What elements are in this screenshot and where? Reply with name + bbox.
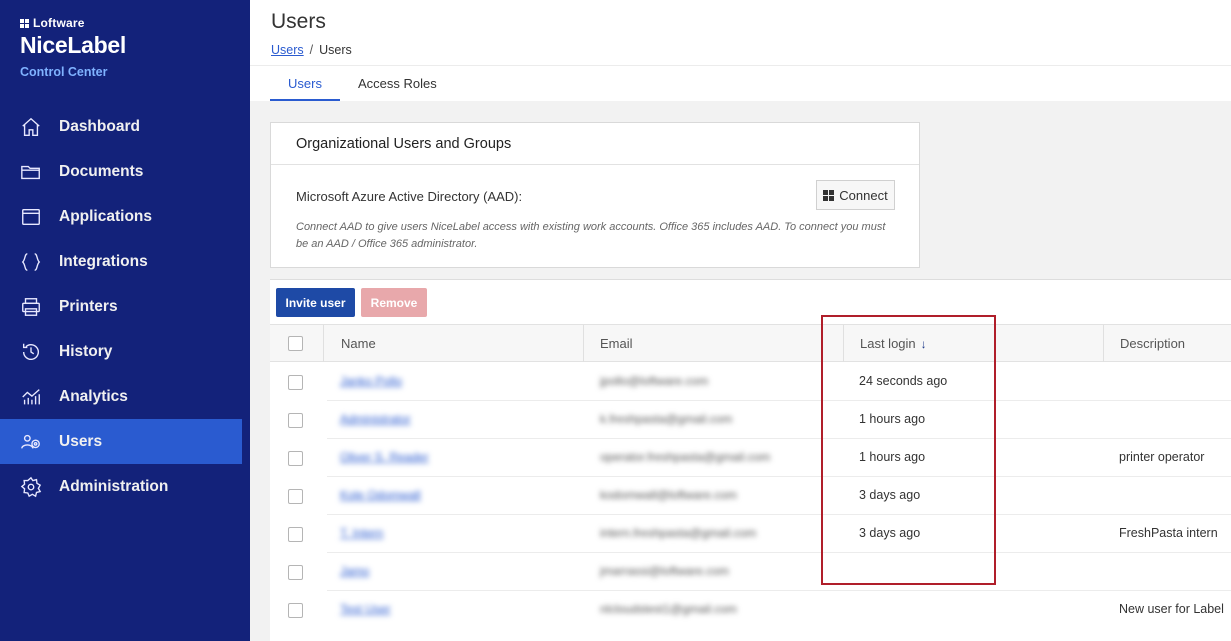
brand-company: Loftware [33,16,85,30]
row-checkbox[interactable] [288,489,303,504]
sidebar-item-label: Documents [59,162,144,180]
user-email: k.freshpasta@gmail.com [600,412,733,426]
sidebar-item-label: Administration [59,477,169,495]
sidebar-item-dashboard[interactable]: Dashboard [0,104,250,149]
analytics-icon [20,386,42,408]
brand-subtitle: Control Center [20,65,108,79]
column-header-email[interactable]: Email [600,325,633,362]
sidebar-item-label: Applications [59,207,153,225]
row-checkbox[interactable] [288,375,303,390]
sidebar-nav: Dashboard Documents Applications Integra… [0,104,250,509]
column-divider [323,325,324,362]
sidebar-item-label: Printers [59,297,118,315]
user-email: jpollo@loftware.com [600,374,709,388]
sidebar-item-users[interactable]: Users [0,419,242,464]
table-row[interactable]: Janko Pollo jpollo@loftware.com 24 secon… [270,362,1231,400]
row-checkbox[interactable] [288,603,303,618]
column-divider [583,325,584,362]
sidebar-item-integrations[interactable]: Integrations [0,239,250,284]
windows-icon [823,189,835,201]
table-row[interactable]: Jamo jmarrassi@loftware.com [270,552,1231,590]
sidebar-item-applications[interactable]: Applications [0,194,250,239]
user-name-link[interactable]: Jamo [340,564,369,578]
page-title: Users [271,10,326,33]
user-name-link[interactable]: Test User [340,602,391,616]
user-email: jmarrassi@loftware.com [600,564,729,578]
user-name-link[interactable]: Janko Pollo [340,374,402,388]
tabs: Users Access Roles [270,66,455,101]
sidebar-item-label: Dashboard [59,117,140,135]
user-description: printer operator [1119,450,1205,464]
aad-hint: Connect AAD to give users NiceLabel acce… [296,221,886,250]
user-email: nlcloudstest1@gmail.com [600,602,737,616]
user-name-link[interactable]: Oliver S. Reader [340,450,429,464]
sidebar-item-label: History [59,342,113,360]
sidebar-item-label: Analytics [59,387,128,405]
remove-button: Remove [361,288,427,317]
sidebar-item-history[interactable]: History [0,329,250,374]
breadcrumb-separator: / [309,43,314,57]
card-title: Organizational Users and Groups [271,123,919,165]
users-icon [20,431,42,453]
brand-logo[interactable]: Loftware NiceLabel Control Center [20,16,126,79]
table-row[interactable]: T. Intern intern.freshpasta@gmail.com 3 … [270,514,1231,552]
brand-product: NiceLabel [20,32,126,58]
home-icon [20,116,42,138]
connect-button-label: Connect [839,187,888,203]
row-checkbox[interactable] [288,565,303,580]
user-name-link[interactable]: Administrator [340,412,411,426]
tab-access-roles[interactable]: Access Roles [340,66,455,101]
folder-icon [20,161,42,183]
gear-icon [20,476,42,498]
user-name-link[interactable]: T. Intern [340,526,383,540]
breadcrumb-link-users[interactable]: Users [271,43,304,57]
sidebar-item-administration[interactable]: Administration [0,464,250,509]
column-header-name[interactable]: Name [341,325,376,362]
table-row[interactable]: Oliver S. Reader operator.freshpasta@gma… [270,438,1231,476]
loftware-mark-icon [20,18,29,28]
tab-users[interactable]: Users [270,66,340,101]
table-header: Name Email Last login ↓ Description [270,324,1231,362]
user-email: intern.freshpasta@gmail.com [600,526,757,540]
printer-icon [20,296,42,318]
user-description: FreshPasta intern [1119,526,1218,540]
aad-label: Microsoft Azure Active Directory (AAD): [296,189,523,204]
last-login-highlight-box [821,315,996,585]
row-checkbox[interactable] [288,451,303,466]
user-email: operator.freshpasta@gmail.com [600,450,771,464]
column-divider [1103,325,1104,362]
users-panel: Invite user Remove Name Email Last login… [270,279,1231,641]
user-email: kodomwall@loftware.com [600,488,737,502]
sidebar-item-printers[interactable]: Printers [0,284,250,329]
table-row[interactable]: Administrator k.freshpasta@gmail.com 1 h… [270,400,1231,438]
user-name-link[interactable]: Kole Odomwall [340,488,421,502]
sidebar-item-label: Users [59,432,103,450]
breadcrumb: Users / Users [271,43,352,57]
sidebar: Loftware NiceLabel Control Center Dashbo… [0,0,250,641]
table-row[interactable]: Kole Odomwall kodomwall@loftware.com 3 d… [270,476,1231,514]
invite-user-button[interactable]: Invite user [276,288,355,317]
row-checkbox[interactable] [288,413,303,428]
sidebar-item-documents[interactable]: Documents [0,149,250,194]
user-description: New user for Label [1119,602,1224,616]
page-header: Users Users / Users Users Access Roles [250,0,1231,101]
sidebar-item-analytics[interactable]: Analytics [0,374,250,419]
select-all-checkbox[interactable] [288,336,303,351]
breadcrumb-current: Users [319,43,352,57]
history-icon [20,341,42,363]
organizational-users-card: Organizational Users and Groups Microsof… [270,122,920,268]
connect-button[interactable]: Connect [816,180,895,210]
window-icon [20,206,42,228]
row-checkbox[interactable] [288,527,303,542]
table-row[interactable]: Test User nlcloudstest1@gmail.com New us… [270,590,1231,628]
loftware-logo: Loftware [20,16,126,30]
select-all-cell [288,325,303,362]
sidebar-item-label: Integrations [59,252,148,270]
column-header-description[interactable]: Description [1120,325,1185,362]
braces-icon [20,251,42,273]
